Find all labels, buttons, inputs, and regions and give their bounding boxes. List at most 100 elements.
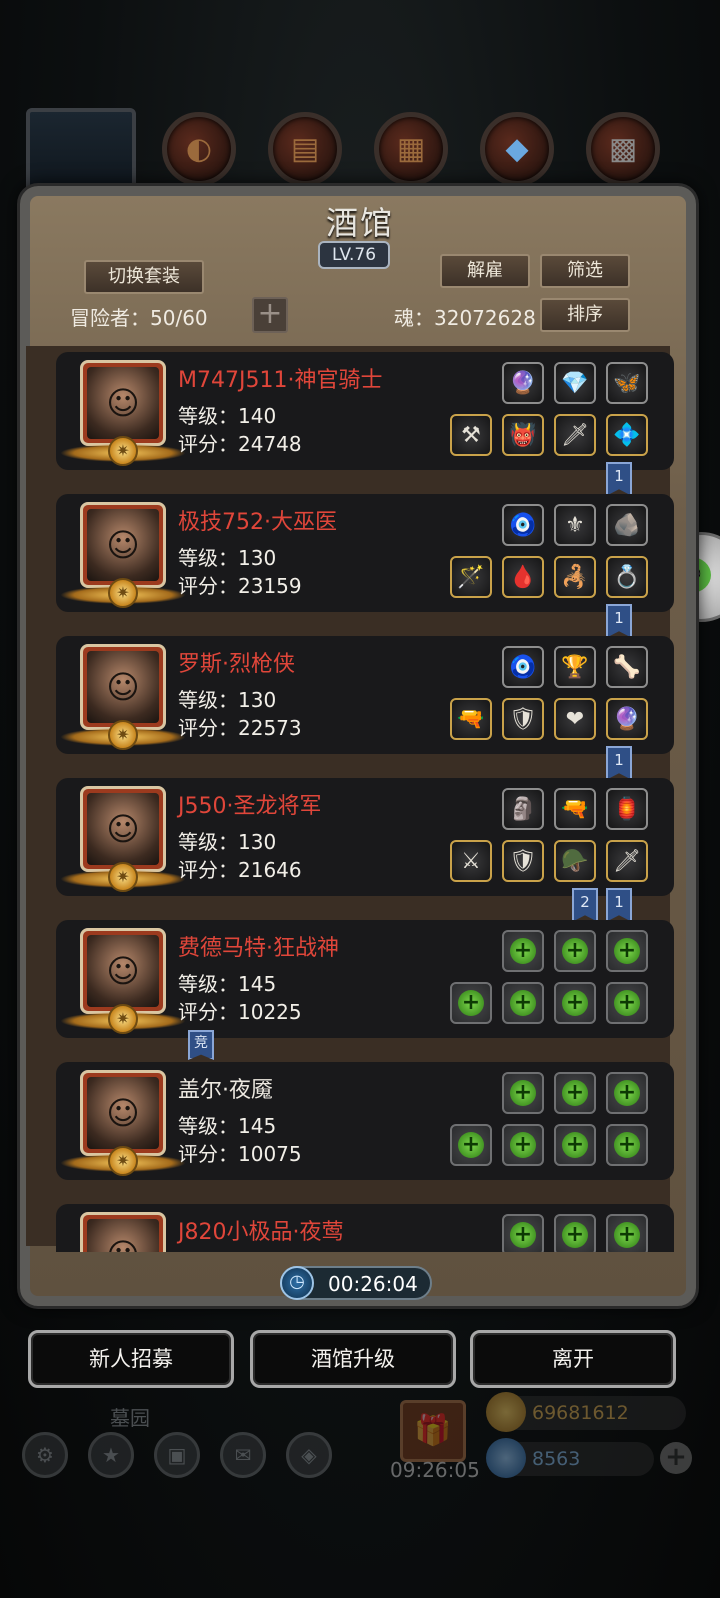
empty-equip-slot[interactable]: + bbox=[606, 930, 648, 972]
equip-slot[interactable]: 🔫 bbox=[450, 698, 492, 740]
settings-icon[interactable]: ⚙ bbox=[22, 1432, 68, 1478]
empty-equip-slot[interactable]: + bbox=[606, 982, 648, 1024]
equip-slot[interactable]: 🦋 bbox=[606, 362, 648, 404]
upgrade-tavern-button[interactable]: 酒馆升级 bbox=[250, 1330, 456, 1388]
equip-slot[interactable]: 🗡 bbox=[606, 840, 648, 882]
equip-slot[interactable]: 🦂 bbox=[554, 556, 596, 598]
hero-row[interactable]: ☺ ✷ 罗斯·烈枪侠 等级：130 评分：22573 🧿 🏆 🦴 🔫 🛡 ❤ 🔮 bbox=[56, 636, 674, 754]
empty-equip-slot[interactable]: + bbox=[554, 1124, 596, 1166]
empty-equip-slot[interactable]: + bbox=[450, 982, 492, 1024]
panel-title: 酒馆 bbox=[325, 204, 394, 242]
equip-slot[interactable]: 🩸 bbox=[502, 556, 544, 598]
equip-slot[interactable]: ⚜ bbox=[554, 504, 596, 546]
leave-button[interactable]: 离开 bbox=[470, 1330, 676, 1388]
empty-equip-slot[interactable]: + bbox=[554, 1072, 596, 1114]
add-gems-button[interactable]: + bbox=[660, 1442, 692, 1474]
hero-row[interactable]: ☺ ✷ M747J511·神官骑士 等级：140 评分：24748 🔮 💎 🦋 ⚒ 👹 🗡 💠 bbox=[56, 352, 674, 470]
gem-value: 8563 bbox=[532, 1448, 581, 1470]
hero-face-icon: ☺ bbox=[87, 793, 159, 865]
hero-avatar[interactable]: ☺ bbox=[80, 502, 166, 588]
equip-slot[interactable]: ⚔ bbox=[450, 840, 492, 882]
equip-slot[interactable]: 🪖 bbox=[554, 840, 596, 882]
hero-row[interactable]: ☺ ✷ J550·圣龙将军 等级：130 评分：21646 🗿 🔫 🏮 ⚔ 🛡 🪖 🗡 bbox=[56, 778, 674, 896]
hero-level: 等级：145 bbox=[178, 1114, 277, 1138]
hero-avatar[interactable]: ☺ bbox=[80, 928, 166, 1014]
empty-equip-slot[interactable]: + bbox=[606, 1124, 648, 1166]
sort-button[interactable]: 排序 bbox=[540, 298, 630, 332]
hero-row[interactable]: ☺✷J820小极品·夜莺+++ bbox=[56, 1204, 674, 1252]
filter-button[interactable]: 筛选 bbox=[540, 254, 630, 288]
empty-equip-slot[interactable]: + bbox=[606, 1072, 648, 1114]
equip-slot[interactable]: 🦴 bbox=[606, 646, 648, 688]
hero-avatar[interactable]: ☺ bbox=[80, 1212, 166, 1252]
book-icon[interactable]: ▣ bbox=[154, 1432, 200, 1478]
hero-list[interactable]: ☺ ✷ M747J511·神官骑士 等级：140 评分：24748 🔮 💎 🦋 ⚒ 👹 🗡 💠 1 ☺ ✷ 极… bbox=[40, 346, 680, 1252]
equip-slot[interactable]: ⚒ bbox=[450, 414, 492, 456]
equip-slot[interactable]: 🛡 bbox=[502, 840, 544, 882]
crystal-resource-icon[interactable]: ◆ bbox=[480, 112, 554, 186]
equip-slot[interactable]: 🗡 bbox=[554, 414, 596, 456]
equip-slot[interactable]: 💠 bbox=[606, 414, 648, 456]
expand-slots-button[interactable]: + bbox=[252, 297, 288, 333]
add-equip-icon: + bbox=[562, 990, 588, 1016]
stone-resource-icon[interactable]: ▩ bbox=[586, 112, 660, 186]
add-equip-icon: + bbox=[458, 1132, 484, 1158]
empty-equip-slot[interactable]: + bbox=[502, 1072, 544, 1114]
equip-slot[interactable]: 👹 bbox=[502, 414, 544, 456]
hero-row[interactable]: ☺ ✷ 费德马特·狂战神 等级：145 评分：10225 + + + + + + + bbox=[56, 920, 674, 1038]
hero-avatar[interactable]: ☺ bbox=[80, 360, 166, 446]
hero-row[interactable]: ☺ ✷ 盖尔·夜魇 等级：145 评分：10075 + + + + + + + bbox=[56, 1062, 674, 1180]
soul-label: 魂： bbox=[394, 306, 434, 330]
equip-item-icon: 🛡 bbox=[509, 848, 537, 874]
hero-face-icon: ☺ bbox=[87, 935, 159, 1007]
hero-score: 评分：10075 bbox=[178, 1142, 302, 1166]
recruit-button[interactable]: 新人招募 bbox=[28, 1330, 234, 1388]
hero-row[interactable]: ☺ ✷ 极技752·大巫医 等级：130 评分：23159 🧿 ⚜ 🪨 🪄 🩸 🦂 💍 bbox=[56, 494, 674, 612]
equip-slot[interactable]: 🗿 bbox=[502, 788, 544, 830]
equip-item-icon: 🏮 bbox=[613, 796, 641, 822]
hero-avatar[interactable]: ☺ bbox=[80, 786, 166, 872]
equip-slot[interactable]: 🧿 bbox=[502, 646, 544, 688]
equip-slot[interactable]: 💎 bbox=[554, 362, 596, 404]
leather-resource-icon[interactable]: ◐ bbox=[162, 112, 236, 186]
equip-slot[interactable]: 🪄 bbox=[450, 556, 492, 598]
empty-equip-slot[interactable]: + bbox=[502, 982, 544, 1024]
equip-slot[interactable]: 🛡 bbox=[502, 698, 544, 740]
gift-timer: 09:26:05 bbox=[390, 1458, 480, 1482]
equip-slot[interactable]: 🏮 bbox=[606, 788, 648, 830]
empty-equip-slot[interactable]: + bbox=[606, 1214, 648, 1252]
empty-equip-slot[interactable]: + bbox=[502, 1124, 544, 1166]
equip-slot[interactable]: 💍 bbox=[606, 556, 648, 598]
equip-item-icon: ❤ bbox=[565, 706, 585, 732]
mail-icon[interactable]: ✉ bbox=[220, 1432, 266, 1478]
equip-slot[interactable]: 🧿 bbox=[502, 504, 544, 546]
empty-equip-slot[interactable]: + bbox=[502, 930, 544, 972]
iron-resource-icon[interactable]: ▦ bbox=[374, 112, 448, 186]
equip-slot[interactable]: 🪨 bbox=[606, 504, 648, 546]
hero-avatar[interactable]: ☺ bbox=[80, 1070, 166, 1156]
equip-slot[interactable]: 🔮 bbox=[502, 362, 544, 404]
hero-avatar[interactable]: ☺ bbox=[80, 644, 166, 730]
wood-resource-icon[interactable]: ▤ bbox=[268, 112, 342, 186]
rank-medal-icon: ✷ bbox=[108, 436, 138, 466]
add-equip-icon: + bbox=[510, 990, 536, 1016]
equip-slot[interactable]: 🔫 bbox=[554, 788, 596, 830]
hero-score: 评分：22573 bbox=[178, 716, 302, 740]
equip-slot[interactable]: 🏆 bbox=[554, 646, 596, 688]
equip-slot[interactable]: ❤ bbox=[554, 698, 596, 740]
empty-equip-slot[interactable]: + bbox=[554, 982, 596, 1024]
package-icon[interactable]: ◈ bbox=[286, 1432, 332, 1478]
dismiss-button[interactable]: 解雇 bbox=[440, 254, 530, 288]
star-icon[interactable]: ★ bbox=[88, 1432, 134, 1478]
empty-equip-slot[interactable]: + bbox=[554, 930, 596, 972]
empty-equip-slot[interactable]: + bbox=[554, 1214, 596, 1252]
equip-slot[interactable]: 🔮 bbox=[606, 698, 648, 740]
hero-score: 评分：21646 bbox=[178, 858, 302, 882]
empty-equip-slot[interactable]: + bbox=[450, 1124, 492, 1166]
gift-icon[interactable]: 🎁 bbox=[400, 1400, 466, 1462]
switch-outfit-button[interactable]: 切换套装 bbox=[84, 260, 204, 294]
rank-medal-icon: ✷ bbox=[108, 1146, 138, 1176]
hero-score: 评分：24748 bbox=[178, 432, 302, 456]
empty-equip-slot[interactable]: + bbox=[502, 1214, 544, 1252]
refresh-timer: ◷ 00:26:04 bbox=[280, 1266, 432, 1300]
